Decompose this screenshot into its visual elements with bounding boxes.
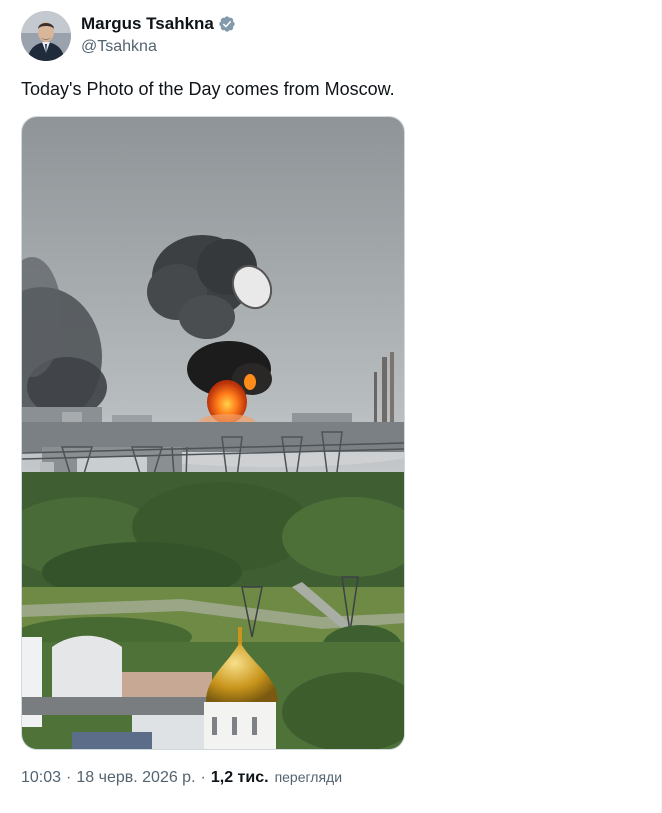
avatar-image bbox=[21, 11, 71, 61]
name-row: Margus Tsahkna bbox=[81, 14, 236, 34]
author-handle[interactable]: @Tsahkna bbox=[81, 38, 236, 56]
tweet-time[interactable]: 10:03 bbox=[21, 769, 61, 787]
views-count: 1,2 тис. bbox=[210, 769, 269, 786]
tweet-meta: 10:03 · 18 черв. 2026 р. · 1,2 тис. пере… bbox=[21, 769, 342, 787]
views-label: перегляди bbox=[274, 769, 343, 785]
meta-separator: · bbox=[66, 769, 72, 786]
display-name[interactable]: Margus Tsahkna bbox=[81, 14, 214, 34]
tweet-photo[interactable] bbox=[21, 116, 405, 750]
verified-badge-icon[interactable] bbox=[218, 15, 236, 33]
meta-separator: · bbox=[200, 769, 206, 786]
author-names: Margus Tsahkna @Tsahkna bbox=[81, 14, 236, 56]
tweet-text: Today's Photo of the Day comes from Mosc… bbox=[21, 79, 395, 99]
tweet-header: Margus Tsahkna @Tsahkna bbox=[21, 11, 236, 61]
photo-image bbox=[22, 117, 404, 749]
tweet-date[interactable]: 18 черв. 2026 р. bbox=[76, 769, 195, 787]
avatar[interactable] bbox=[21, 11, 71, 61]
